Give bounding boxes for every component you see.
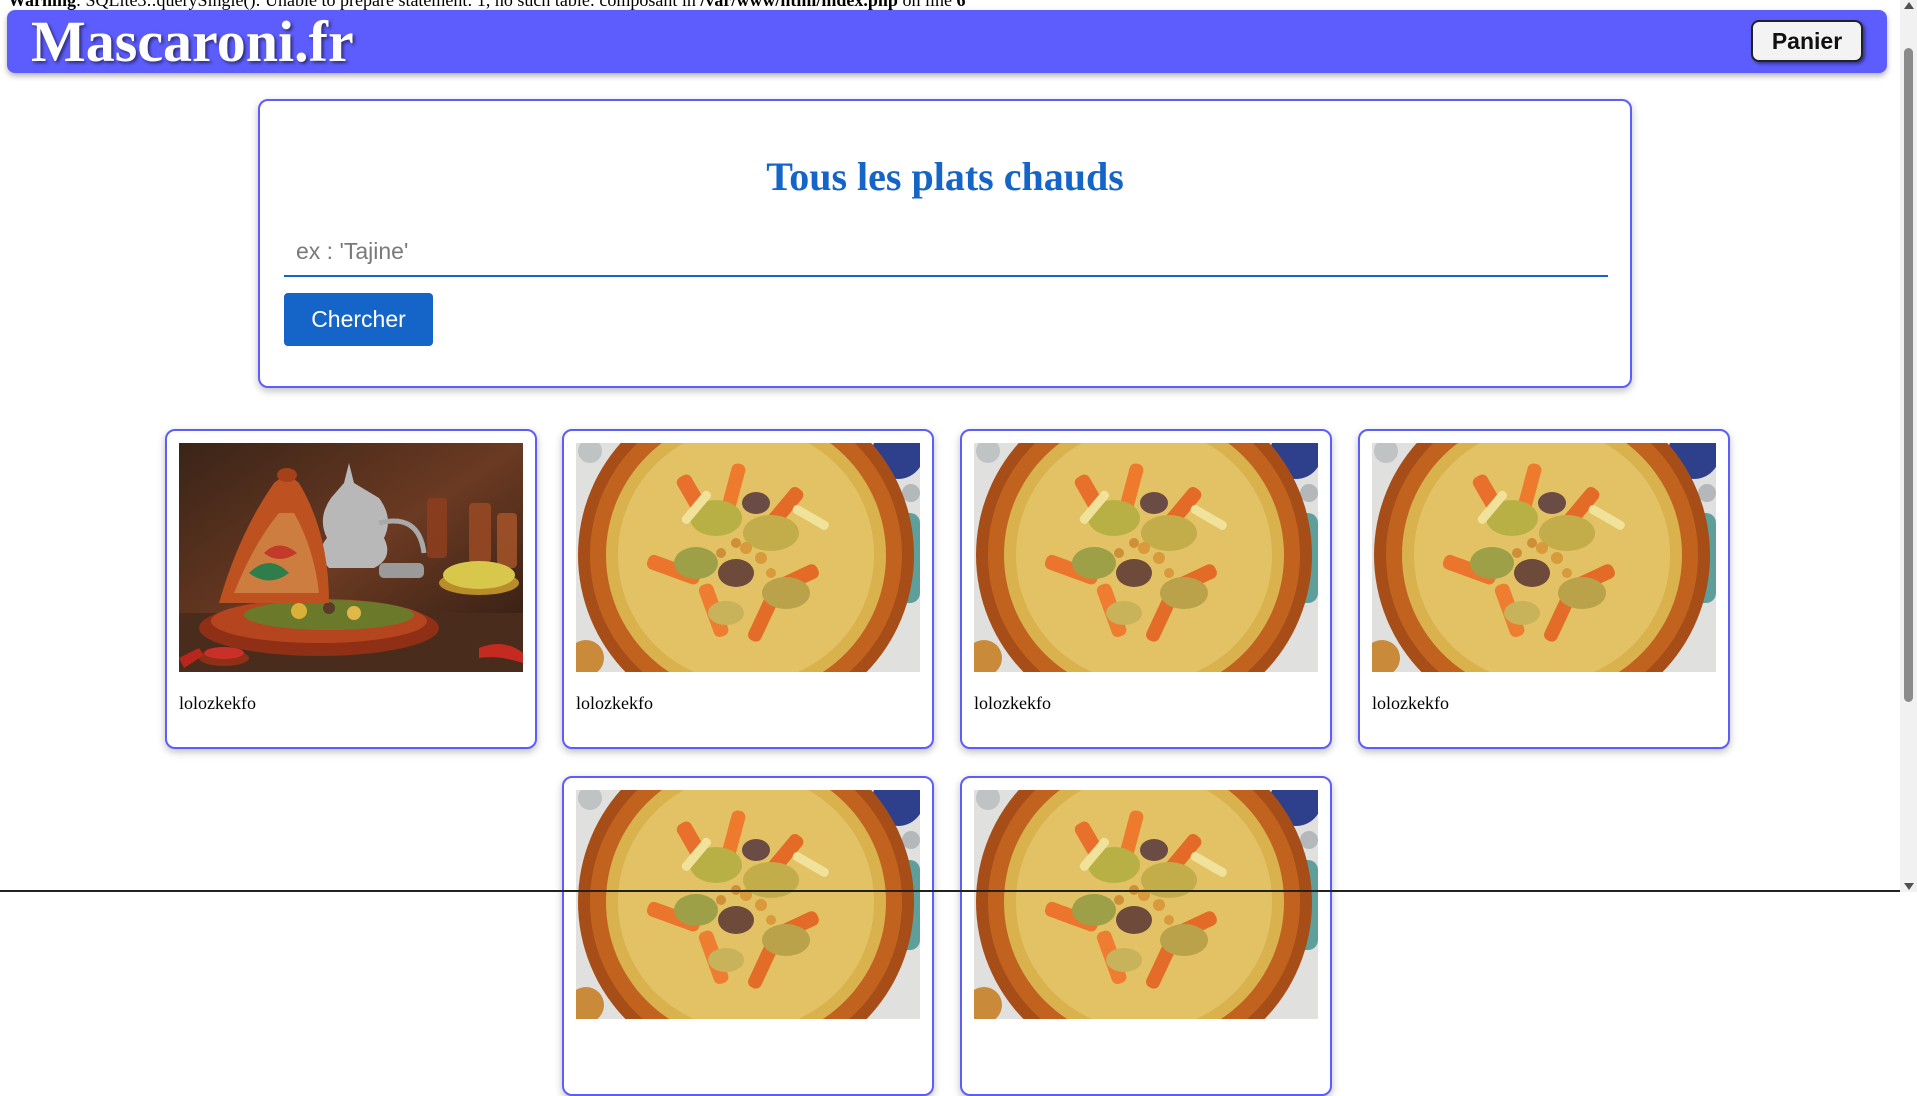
couscous-image[interactable] (974, 443, 1318, 672)
search-button[interactable]: Chercher (284, 293, 433, 346)
scroll-down-arrow-icon[interactable] (1904, 883, 1914, 890)
warning-line: 6 (956, 0, 965, 10)
search-input[interactable] (284, 227, 1608, 277)
product-card[interactable]: lolozkekfo (562, 429, 934, 749)
couscous-image[interactable] (576, 790, 920, 1019)
couscous-image[interactable] (576, 443, 920, 672)
product-card[interactable] (562, 776, 934, 1096)
product-label: lolozkekfo (974, 693, 1051, 714)
product-label: lolozkekfo (1372, 693, 1449, 714)
product-card[interactable]: lolozkekfo (960, 429, 1332, 749)
search-panel: Tous les plats chauds Chercher (258, 99, 1632, 388)
site-header: Mascaroni.fr Panier (7, 10, 1887, 73)
product-label: lolozkekfo (576, 693, 653, 714)
cart-button[interactable]: Panier (1751, 20, 1863, 62)
scroll-thumb[interactable] (1904, 48, 1913, 702)
warning-line-text: on line (898, 0, 957, 10)
product-card[interactable] (960, 776, 1332, 1096)
page-title: Tous les plats chauds (260, 153, 1630, 200)
couscous-image[interactable] (1372, 443, 1716, 672)
product-card[interactable]: lolozkekfo (165, 429, 537, 749)
warning-path: /var/www/html/index.php (700, 0, 898, 10)
vertical-scrollbar[interactable] (1900, 0, 1917, 892)
site-logo[interactable]: Mascaroni.fr (31, 10, 354, 74)
tajine-image[interactable] (179, 443, 523, 672)
couscous-image[interactable] (974, 790, 1318, 1019)
scroll-up-arrow-icon[interactable] (1904, 2, 1914, 9)
product-label: lolozkekfo (179, 693, 256, 714)
product-card[interactable]: lolozkekfo (1358, 429, 1730, 749)
